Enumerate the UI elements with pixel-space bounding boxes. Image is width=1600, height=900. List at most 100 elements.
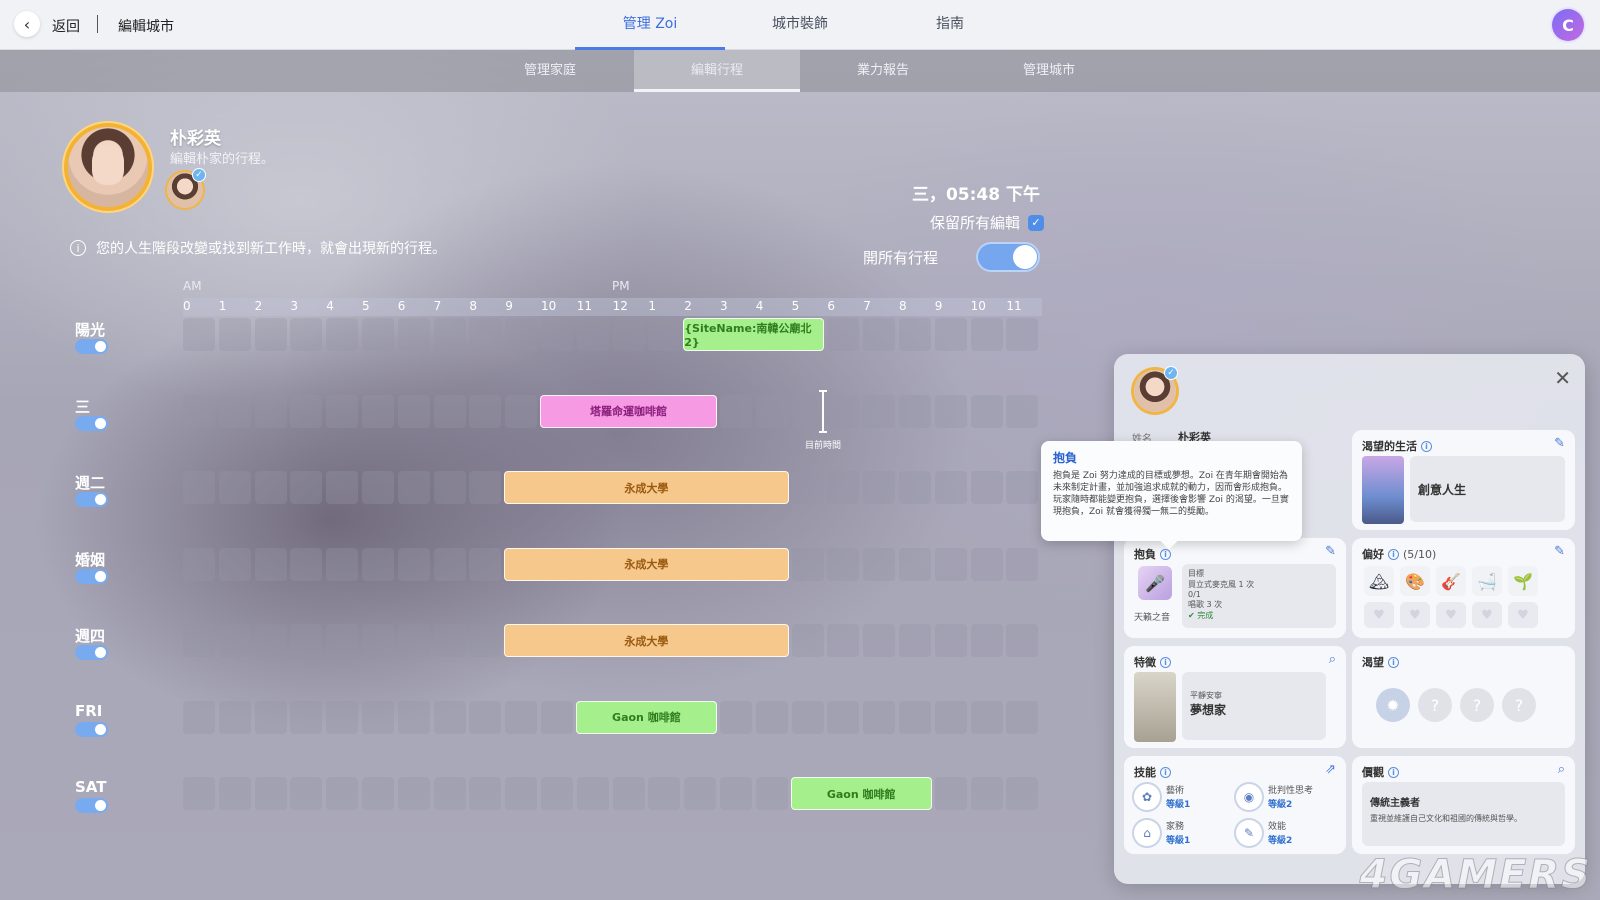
schedule-event[interactable]: 塔羅命運咖啡館 bbox=[540, 394, 717, 428]
hour-slot[interactable] bbox=[362, 547, 394, 581]
hour-slot[interactable] bbox=[290, 700, 323, 734]
hour-slot[interactable] bbox=[863, 318, 896, 351]
tab-guide[interactable]: 指南 bbox=[875, 0, 1025, 50]
hour-slot[interactable] bbox=[576, 318, 609, 351]
keep-edits-option[interactable]: 保留所有編輯 ✓ bbox=[930, 212, 1044, 233]
hour-slot[interactable] bbox=[218, 700, 251, 734]
edit-icon[interactable]: ✎ bbox=[1554, 436, 1565, 451]
hour-slot[interactable] bbox=[612, 318, 645, 351]
hour-slot[interactable] bbox=[970, 777, 1003, 810]
hour-slot[interactable] bbox=[1006, 471, 1039, 504]
hour-slot[interactable] bbox=[863, 471, 896, 504]
hour-slot[interactable] bbox=[433, 547, 466, 581]
hour-slot[interactable] bbox=[863, 394, 896, 428]
hour-slot[interactable] bbox=[290, 624, 323, 657]
hour-slot[interactable] bbox=[326, 394, 359, 428]
hour-slot[interactable] bbox=[505, 318, 538, 351]
hour-slot[interactable] bbox=[254, 394, 287, 428]
hour-slot[interactable] bbox=[934, 547, 967, 581]
hour-slot[interactable] bbox=[254, 777, 287, 810]
hour-slot[interactable] bbox=[648, 318, 681, 351]
hour-slot[interactable] bbox=[827, 471, 860, 504]
hour-slot[interactable] bbox=[469, 700, 502, 734]
schedule-event[interactable]: 永成大學 bbox=[504, 471, 789, 504]
hour-slot[interactable] bbox=[934, 777, 967, 810]
hour-slot[interactable] bbox=[326, 777, 359, 810]
open-all-toggle[interactable] bbox=[976, 242, 1040, 272]
hour-slot[interactable] bbox=[218, 318, 251, 351]
search-icon[interactable]: ⌕ bbox=[1558, 762, 1565, 777]
hour-slot[interactable] bbox=[326, 547, 359, 581]
hour-slot[interactable] bbox=[1006, 700, 1039, 734]
external-link-icon[interactable]: ⇗ bbox=[1325, 762, 1336, 777]
schedule-row-toggle[interactable] bbox=[75, 568, 108, 584]
hour-slot[interactable] bbox=[720, 777, 752, 810]
hour-slot[interactable] bbox=[970, 394, 1003, 428]
hour-slot[interactable] bbox=[362, 394, 394, 428]
hour-slot[interactable] bbox=[362, 777, 394, 810]
hour-slot[interactable] bbox=[290, 471, 323, 504]
hour-slot[interactable] bbox=[576, 777, 609, 810]
hour-slot[interactable] bbox=[183, 394, 215, 428]
pref-plant-icon[interactable]: 🌱 bbox=[1508, 566, 1538, 596]
hour-slot[interactable] bbox=[326, 471, 359, 504]
edit-icon[interactable]: ✎ bbox=[1554, 544, 1565, 559]
hour-slot[interactable] bbox=[934, 394, 967, 428]
hour-slot[interactable] bbox=[433, 624, 466, 657]
hour-slot[interactable] bbox=[899, 394, 931, 428]
hour-slot[interactable] bbox=[827, 318, 860, 351]
hour-slot[interactable] bbox=[254, 624, 287, 657]
skill-efficiency[interactable]: ✎ 效能 等級2 bbox=[1236, 820, 1292, 846]
hour-slot[interactable] bbox=[505, 777, 538, 810]
hour-slot[interactable] bbox=[827, 394, 860, 428]
hour-slot[interactable] bbox=[433, 700, 466, 734]
schedule-row-toggle[interactable] bbox=[75, 339, 108, 354]
hour-slot[interactable] bbox=[541, 777, 573, 810]
hour-slot[interactable] bbox=[791, 471, 824, 504]
hour-slot[interactable] bbox=[755, 700, 788, 734]
hour-slot[interactable] bbox=[827, 547, 860, 581]
hour-slot[interactable] bbox=[183, 471, 215, 504]
hour-slot[interactable] bbox=[469, 471, 502, 504]
hour-slot[interactable] bbox=[469, 318, 502, 351]
tab-karma-report[interactable]: 業力報告 bbox=[800, 50, 966, 92]
hour-slot[interactable] bbox=[612, 777, 645, 810]
hour-slot[interactable] bbox=[254, 471, 287, 504]
tab-city-decoration[interactable]: 城市裝飾 bbox=[725, 0, 875, 50]
hour-slot[interactable] bbox=[970, 700, 1003, 734]
hour-slot[interactable] bbox=[362, 624, 394, 657]
hour-slot[interactable] bbox=[648, 777, 681, 810]
edit-icon[interactable]: ✎ bbox=[1325, 544, 1336, 559]
hour-slot[interactable] bbox=[541, 700, 573, 734]
hour-slot[interactable] bbox=[899, 547, 931, 581]
skill-art[interactable]: ✿ 藝術 等級1 bbox=[1134, 784, 1190, 810]
hour-slot[interactable] bbox=[970, 547, 1003, 581]
hour-slot[interactable] bbox=[397, 700, 430, 734]
hour-slot[interactable] bbox=[970, 318, 1003, 351]
hour-slot[interactable] bbox=[469, 394, 502, 428]
hour-slot[interactable] bbox=[362, 318, 394, 351]
schedule-row-toggle[interactable] bbox=[75, 415, 108, 431]
hour-slot[interactable] bbox=[397, 624, 430, 657]
hour-slot[interactable] bbox=[791, 394, 824, 428]
hour-slot[interactable] bbox=[863, 624, 896, 657]
hour-slot[interactable] bbox=[469, 624, 502, 657]
schedule-row-toggle[interactable] bbox=[75, 492, 108, 507]
hour-slot[interactable] bbox=[326, 624, 359, 657]
hour-slot[interactable] bbox=[469, 547, 502, 581]
hour-slot[interactable] bbox=[791, 700, 824, 734]
close-icon[interactable]: ✕ bbox=[1554, 366, 1571, 390]
hour-slot[interactable] bbox=[1006, 318, 1039, 351]
hour-slot[interactable] bbox=[970, 624, 1003, 657]
hour-slot[interactable] bbox=[397, 547, 430, 581]
hour-slot[interactable] bbox=[1006, 777, 1039, 810]
hour-slot[interactable] bbox=[934, 318, 967, 351]
hour-slot[interactable] bbox=[863, 700, 896, 734]
hour-slot[interactable] bbox=[899, 318, 931, 351]
hour-slot[interactable] bbox=[899, 700, 931, 734]
hour-slot[interactable] bbox=[362, 700, 394, 734]
hour-slot[interactable] bbox=[863, 547, 896, 581]
back-label[interactable]: 返回 bbox=[52, 16, 80, 36]
skill-critical-thinking[interactable]: ◉ 批判性思考 等級2 bbox=[1236, 784, 1313, 810]
skill-housework[interactable]: ⌂ 家務 等級1 bbox=[1134, 820, 1190, 846]
